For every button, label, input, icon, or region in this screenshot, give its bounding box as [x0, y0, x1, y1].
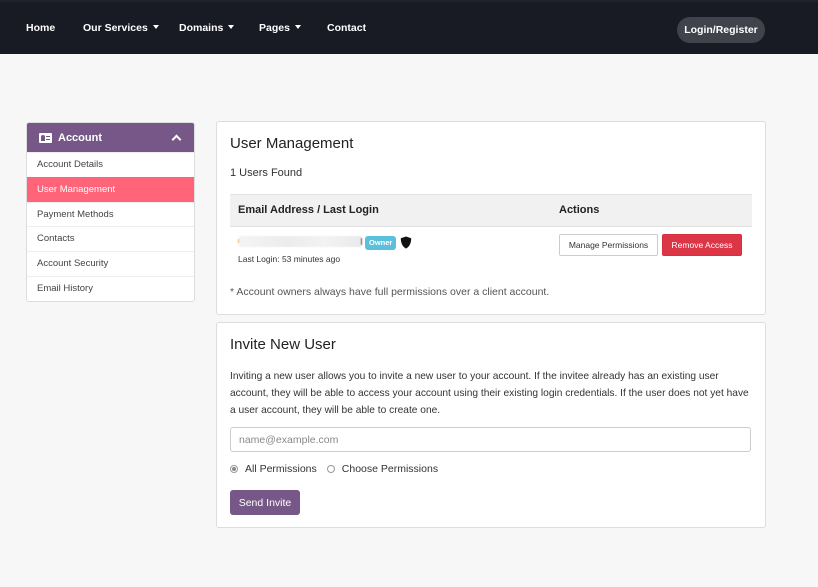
invite-description: Inviting a new user allows you to invite…: [230, 371, 749, 416]
remove-access-button[interactable]: Remove Access: [662, 234, 742, 256]
owner-badge: Owner: [365, 236, 397, 250]
sidebar-title: Account: [58, 131, 102, 144]
caret-down-icon: [152, 25, 159, 30]
sidebar-item-payment-methods[interactable]: Payment Methods: [27, 201, 194, 227]
nav-home[interactable]: Home: [26, 22, 55, 34]
user-management-card: User Management 1 Users Found Email Addr…: [216, 121, 766, 315]
caret-down-icon: [228, 25, 235, 30]
nav-pages[interactable]: Pages: [259, 22, 301, 34]
nav-home-label: Home: [26, 22, 56, 34]
sidebar-item-account-details[interactable]: Account Details: [27, 152, 194, 177]
caret-down-icon: [294, 25, 301, 30]
id-card-icon: [39, 132, 52, 143]
owner-permissions-note: * Account owners always have full permis…: [230, 286, 550, 298]
nav-our-services-label: Our Services: [83, 22, 148, 34]
user-management-title: User Management: [230, 135, 354, 152]
last-login-text: Last Login: 53 minutes ago: [238, 254, 341, 264]
nav-domains[interactable]: Domains: [179, 22, 235, 34]
send-invite-button[interactable]: Send Invite: [230, 490, 300, 515]
sidebar-header[interactable]: Account: [27, 123, 194, 152]
invite-user-card: Invite New User Inviting a new user allo…: [216, 322, 766, 528]
sidebar-item-contacts[interactable]: Contacts: [27, 226, 194, 251]
nav-pages-label: Pages: [259, 22, 290, 34]
nav-our-services[interactable]: Our Services: [83, 22, 159, 34]
choose-permissions-radio[interactable]: [326, 465, 335, 473]
users-table-header: Email Address / Last Login Actions: [230, 194, 752, 227]
account-sidebar: Account Account Details User Management …: [26, 122, 195, 302]
permissions-radio-group: All Permissions Choose Permissions: [230, 463, 448, 475]
users-found-count: 1 Users Found: [230, 167, 303, 179]
sidebar-item-account-security[interactable]: Account Security: [27, 251, 194, 276]
login-register-button[interactable]: Login/Register: [677, 17, 765, 43]
nav-domains-label: Domains: [179, 22, 224, 34]
manage-permissions-button[interactable]: Manage Permissions: [559, 234, 658, 256]
invite-title: Invite New User: [230, 336, 336, 353]
nav-contact-label: Contact: [327, 22, 367, 34]
top-navbar: Home Our Services Domains Pages Contact …: [0, 0, 818, 54]
all-permissions-radio[interactable]: [230, 465, 238, 473]
choose-permissions-label[interactable]: Choose Permissions: [342, 463, 438, 475]
invite-email-input[interactable]: [230, 427, 751, 452]
column-header-actions: Actions: [559, 204, 600, 216]
all-permissions-label[interactable]: All Permissions: [245, 463, 317, 475]
user-email-redacted: [238, 236, 362, 247]
sidebar-item-user-management[interactable]: User Management: [27, 176, 194, 202]
nav-contact[interactable]: Contact: [327, 22, 366, 34]
column-header-email: Email Address / Last Login: [238, 204, 379, 216]
shield-icon: [400, 236, 412, 249]
chevron-up-icon[interactable]: [171, 134, 182, 145]
sidebar-item-email-history[interactable]: Email History: [27, 275, 194, 301]
